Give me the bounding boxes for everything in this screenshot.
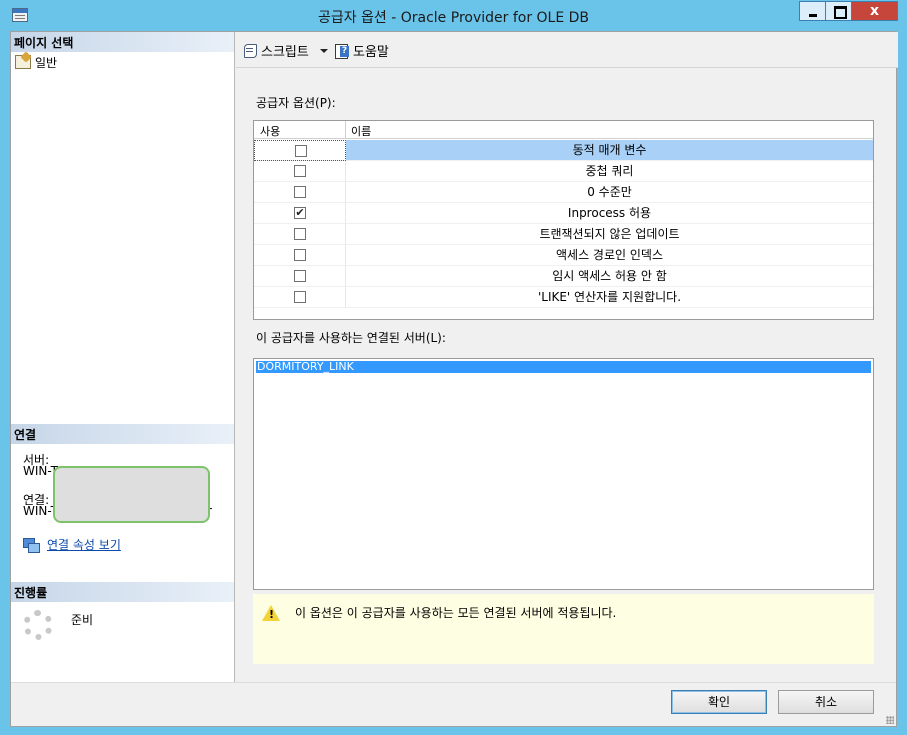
- page-item-general[interactable]: 일반: [15, 54, 57, 70]
- enable-checkbox[interactable]: [294, 165, 306, 177]
- enable-checkbox[interactable]: [295, 145, 307, 157]
- script-icon: [242, 43, 258, 58]
- enable-checkbox[interactable]: [294, 249, 306, 261]
- column-header-enabled[interactable]: 사용: [254, 121, 346, 139]
- option-name: 동적 매개 변수: [346, 140, 873, 160]
- script-label: 스크립트: [261, 45, 309, 60]
- enabled-cell: [254, 161, 346, 182]
- progress-spinner-icon: [23, 610, 53, 640]
- enable-checkbox[interactable]: [294, 270, 306, 282]
- connection-header: 연결: [11, 424, 234, 444]
- option-name: 'LIKE' 연산자를 지원합니다.: [537, 290, 682, 304]
- table-row[interactable]: 트랜잭션되지 않은 업데이트: [254, 224, 873, 245]
- column-header-name[interactable]: 이름: [346, 121, 376, 139]
- enabled-cell: [254, 140, 346, 161]
- resize-grip-icon[interactable]: [886, 716, 894, 724]
- general-page-icon: [15, 55, 31, 69]
- page-item-label: 일반: [35, 55, 58, 70]
- help-icon: [334, 43, 350, 59]
- linked-servers-list[interactable]: DORMITORY_LINK: [253, 358, 874, 590]
- option-name: 0 수준만: [587, 185, 632, 199]
- table-row[interactable]: 중첩 쿼리: [254, 161, 873, 182]
- close-icon: x: [869, 3, 880, 19]
- redaction-box: [53, 466, 210, 523]
- view-connection-properties-link[interactable]: 연결 속성 보기: [23, 536, 121, 553]
- progress-status: 준비: [71, 613, 94, 627]
- enabled-cell: [254, 224, 346, 245]
- enabled-cell: [254, 266, 346, 287]
- dialog-client: 페이지 선택 일반 연결 서버: WIN-T 연결: WIN-T r 연결 속성…: [10, 31, 898, 727]
- enabled-cell: [254, 287, 346, 308]
- progress-header: 진행률: [11, 582, 234, 602]
- table-row[interactable]: ✔ Inprocess 허용: [254, 203, 873, 224]
- cancel-button[interactable]: 취소: [778, 690, 874, 714]
- page-select-header: 페이지 선택: [11, 32, 234, 52]
- enable-checkbox[interactable]: ✔: [294, 207, 306, 219]
- close-button[interactable]: x: [851, 1, 898, 21]
- script-button[interactable]: 스크립트: [242, 41, 328, 60]
- grid-header: 사용 이름: [254, 121, 873, 139]
- enable-checkbox[interactable]: [294, 228, 306, 240]
- maximize-button[interactable]: [825, 1, 852, 21]
- toolbar: 스크립트 도움말: [236, 32, 898, 68]
- help-label: 도움말: [353, 45, 389, 60]
- enabled-cell: [254, 245, 346, 266]
- table-row[interactable]: 동적 매개 변수: [254, 140, 873, 161]
- view-connection-properties-label: 연결 속성 보기: [47, 538, 121, 552]
- ok-button[interactable]: 확인: [671, 690, 767, 714]
- warning-panel: 이 옵션은 이 공급자를 사용하는 모든 연결된 서버에 적용됩니다.: [253, 594, 874, 664]
- connection-properties-icon: [23, 537, 40, 553]
- left-pane: 페이지 선택 일반 연결 서버: WIN-T 연결: WIN-T r 연결 속성…: [11, 32, 235, 682]
- enabled-cell: [254, 182, 346, 203]
- option-name: 중첩 쿼리: [585, 164, 634, 178]
- table-row[interactable]: 액세스 경로인 인덱스: [254, 245, 873, 266]
- enable-checkbox[interactable]: [294, 291, 306, 303]
- help-button[interactable]: 도움말: [334, 41, 389, 60]
- window-title: 공급자 옵션 - Oracle Provider for OLE DB: [317, 10, 590, 26]
- provider-options-grid: 사용 이름 동적 매개 변수중첩 쿼리 0 수준만 ✔ Inprocess 허용트랜잭…: [253, 120, 874, 320]
- option-name: 임시 액세스 허용 안 함: [552, 269, 667, 283]
- table-row[interactable]: 'LIKE' 연산자를 지원합니다.: [254, 287, 873, 308]
- chevron-down-icon[interactable]: [319, 48, 328, 53]
- warning-text: 이 옵션은 이 공급자를 사용하는 모든 연결된 서버에 적용됩니다.: [295, 606, 617, 620]
- provider-options-label: 공급자 옵션(P):: [256, 96, 336, 110]
- enable-checkbox[interactable]: [294, 186, 306, 198]
- window-frame: 공급자 옵션 - Oracle Provider for OLE DB x 페이…: [0, 0, 907, 735]
- title-bar[interactable]: 공급자 옵션 - Oracle Provider for OLE DB x: [0, 0, 907, 31]
- table-row[interactable]: 임시 액세스 허용 안 함: [254, 266, 873, 287]
- table-row[interactable]: 0 수준만: [254, 182, 873, 203]
- linked-servers-label: 이 공급자를 사용하는 연결된 서버(L):: [256, 331, 446, 345]
- option-name: 트랜잭션되지 않은 업데이트: [539, 227, 680, 241]
- option-name: 액세스 경로인 인덱스: [556, 248, 663, 262]
- list-item[interactable]: DORMITORY_LINK: [256, 361, 871, 373]
- minimize-button[interactable]: [799, 1, 826, 21]
- option-name: Inprocess 허용: [567, 206, 652, 220]
- enabled-cell: ✔: [254, 203, 346, 224]
- dialog-footer: 확인 취소: [11, 682, 896, 726]
- warning-icon: [262, 605, 280, 621]
